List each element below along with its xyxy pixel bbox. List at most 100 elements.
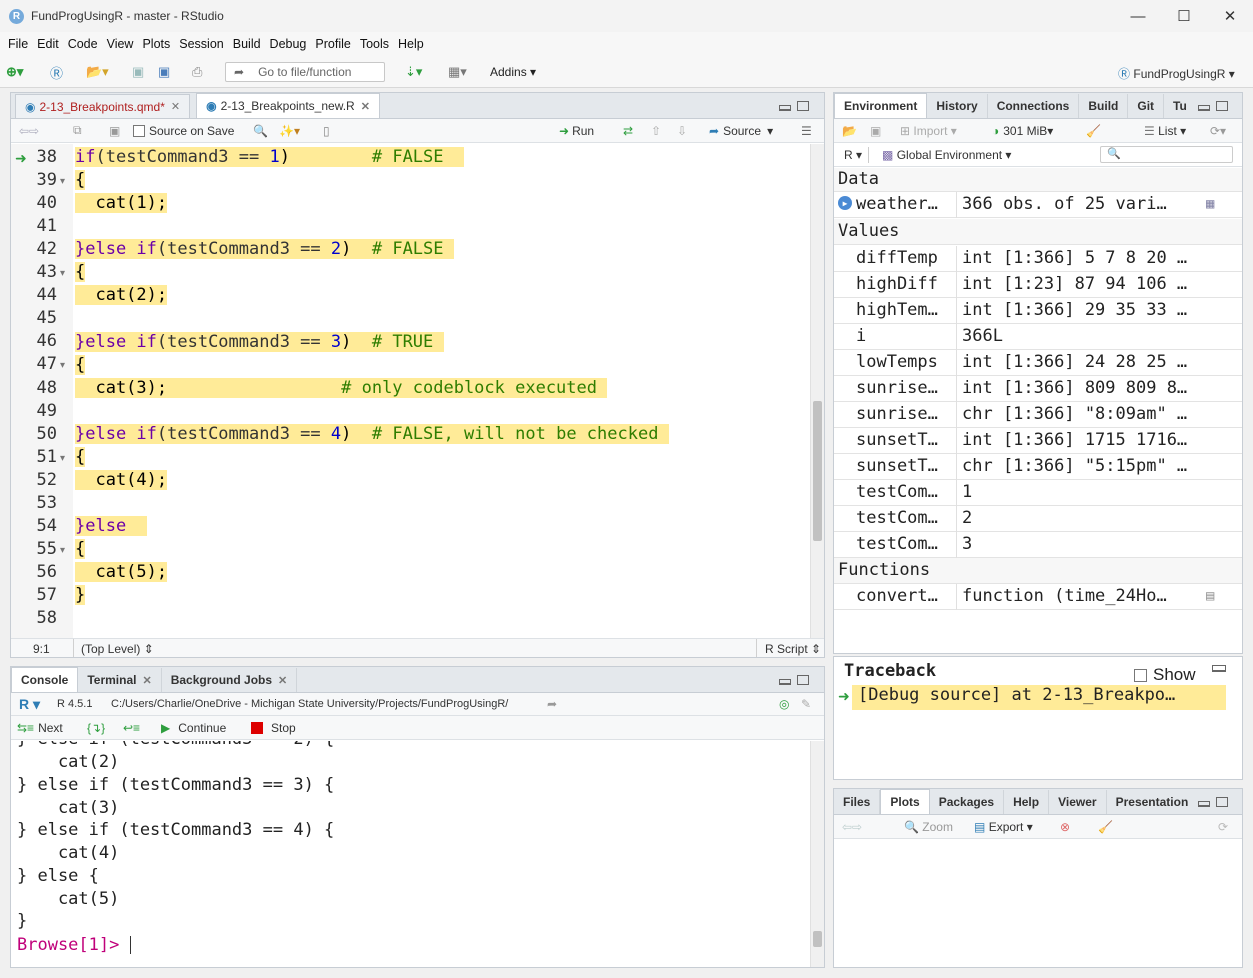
menu-file[interactable]: File: [4, 37, 32, 51]
continue-button[interactable]: ▶ Continue: [161, 721, 226, 735]
line-number[interactable]: 52: [11, 470, 57, 490]
minimize-traceback-icon[interactable]: [1212, 665, 1226, 672]
scroll-thumb[interactable]: [813, 931, 822, 947]
close-tab-icon[interactable]: ✕: [142, 674, 151, 687]
save-all-icon[interactable]: ▣: [158, 62, 170, 82]
env-row-value[interactable]: lowTemps int [1:366] 24 28 25 …: [834, 350, 1242, 376]
load-workspace-icon[interactable]: 📂: [842, 124, 857, 138]
line-number[interactable]: 45: [11, 308, 57, 328]
view-function-icon[interactable]: ▤: [1206, 588, 1214, 604]
scope-selector[interactable]: (Top Level) ⇕: [81, 642, 154, 656]
export-button[interactable]: ▤ Export ▾: [974, 820, 1033, 834]
outline-icon[interactable]: ☰: [801, 124, 812, 138]
tab-build[interactable]: Build: [1079, 94, 1129, 118]
menu-build[interactable]: Build: [229, 37, 265, 51]
fold-toggle-icon[interactable]: ▾: [60, 360, 65, 371]
pane-min-max[interactable]: [779, 675, 809, 685]
clear-environment-icon[interactable]: 🧹: [1086, 124, 1101, 138]
code-editor[interactable]: 38 39 ▾ 40 41 42 43 ▾ 44 45 46 47 ▾ 48 49 50 51 ▾ 52 53 54 55…: [11, 144, 810, 638]
tab-packages[interactable]: Packages: [930, 790, 1005, 814]
menu-view[interactable]: View: [103, 37, 138, 51]
refresh-plots-icon[interactable]: ⟳: [1218, 820, 1228, 834]
zoom-button[interactable]: 🔍 Zoom: [904, 820, 953, 834]
line-number[interactable]: 48: [11, 378, 57, 398]
env-row-data[interactable]: ▶ weather… 366 obs. of 25 vari… ▦: [834, 192, 1242, 218]
tab-environment[interactable]: Environment: [834, 93, 928, 118]
env-row-value[interactable]: testCom… 2: [834, 506, 1242, 532]
env-row-value[interactable]: testCom… 3: [834, 532, 1242, 558]
go-up-icon[interactable]: ⇧: [651, 124, 661, 138]
env-row-value[interactable]: sunrise… chr [1:366] "8:09am" …: [834, 402, 1242, 428]
env-row-function[interactable]: convert… function (time_24Ho… ▤: [834, 584, 1242, 610]
tab-presentation[interactable]: Presentation: [1107, 790, 1198, 814]
back-forward-icon[interactable]: ⇦⇨: [19, 124, 39, 138]
fold-toggle-icon[interactable]: ▾: [60, 545, 65, 556]
line-number[interactable]: 55: [11, 539, 57, 559]
save-workspace-icon[interactable]: ▣: [870, 124, 881, 138]
find-icon[interactable]: 🔍: [253, 124, 268, 138]
line-number[interactable]: 58: [11, 608, 57, 628]
env-row-value[interactable]: testCom… 1: [834, 480, 1242, 506]
remove-plot-icon[interactable]: ⊗: [1060, 820, 1070, 834]
traceback-entry[interactable]: [Debug source] at 2-13_Breakpo…: [852, 685, 1226, 710]
menu-debug[interactable]: Debug: [266, 37, 311, 51]
menu-code[interactable]: Code: [64, 37, 102, 51]
menu-edit[interactable]: Edit: [33, 37, 63, 51]
new-project-icon[interactable]: Ⓡ: [50, 62, 63, 82]
tab-connections[interactable]: Connections: [988, 94, 1080, 118]
environment-scope-dropdown[interactable]: ▩ Global Environment ▾: [882, 148, 1011, 162]
addins-menu[interactable]: Addins ▾: [490, 65, 536, 79]
clear-console-icon[interactable]: ✎: [801, 697, 811, 711]
close-tab-icon[interactable]: ✕: [171, 100, 180, 113]
source-button[interactable]: ➦ Source ▾: [709, 124, 773, 138]
environment-search-input[interactable]: 🔍: [1100, 146, 1233, 163]
fold-toggle-icon[interactable]: ▾: [60, 176, 65, 187]
stop-button[interactable]: Stop: [251, 721, 296, 735]
source-on-save-checkbox[interactable]: Source on Save: [133, 124, 234, 138]
menu-plots[interactable]: Plots: [138, 37, 174, 51]
tab-git[interactable]: Git: [1128, 94, 1165, 118]
close-tab-icon[interactable]: ✕: [361, 100, 370, 113]
tab-tutorial[interactable]: Tu: [1164, 94, 1196, 118]
tab-plots[interactable]: Plots: [880, 789, 930, 814]
menu-session[interactable]: Session: [175, 37, 227, 51]
tab-r-script[interactable]: ◉ 2-13_Breakpoints_new.R ✕: [196, 93, 380, 118]
tab-viewer[interactable]: Viewer: [1049, 790, 1107, 814]
view-mode-dropdown[interactable]: ☰ List ▾: [1144, 124, 1186, 138]
pane-layout-icon[interactable]: ▦▾: [448, 62, 467, 82]
pane-min-max[interactable]: [779, 101, 809, 111]
print-icon[interactable]: ⎙: [192, 62, 202, 82]
finish-function-icon[interactable]: ↩≡: [123, 721, 140, 735]
pane-min-max[interactable]: [1198, 797, 1228, 807]
file-type-selector[interactable]: R Script ⇕: [765, 642, 821, 656]
language-dropdown[interactable]: R ▾: [844, 148, 862, 162]
new-file-icon[interactable]: ⊕▾: [6, 62, 23, 82]
tab-console[interactable]: Console: [11, 667, 79, 692]
console-output[interactable]: } else if (testCommand3 == 2) { cat(2) }…: [11, 741, 810, 967]
line-number[interactable]: 53: [11, 493, 57, 513]
tab-qmd[interactable]: ◉ 2-13_Breakpoints.qmd* ✕: [15, 94, 191, 118]
line-number[interactable]: 54: [11, 516, 57, 536]
minimize-window-icon[interactable]: —: [1115, 0, 1161, 32]
open-file-icon[interactable]: 📂▾: [86, 62, 109, 82]
line-number[interactable]: 51: [11, 447, 57, 467]
close-window-icon[interactable]: ✕: [1207, 0, 1253, 32]
step-into-icon[interactable]: {↴}: [87, 721, 105, 735]
document-outline-icon[interactable]: ▯: [323, 124, 330, 138]
clear-plots-icon[interactable]: 🧹: [1098, 820, 1113, 834]
tab-background-jobs[interactable]: Background Jobs ✕: [162, 668, 298, 692]
line-number[interactable]: 42: [11, 239, 57, 259]
next-button[interactable]: ⇆≡ Next: [17, 721, 63, 735]
env-row-value[interactable]: highTem… int [1:366] 29 35 33 …: [834, 298, 1242, 324]
line-number[interactable]: 39: [11, 170, 57, 190]
r-language-icon[interactable]: R ▾: [19, 696, 40, 713]
line-number[interactable]: 47: [11, 354, 57, 374]
line-number[interactable]: 56: [11, 562, 57, 582]
line-number[interactable]: 50: [11, 424, 57, 444]
editor-scrollbar[interactable]: [810, 144, 824, 638]
plot-back-forward-icon[interactable]: ⇦⇨: [842, 820, 862, 834]
env-row-value[interactable]: sunrise… int [1:366] 809 809 8…: [834, 376, 1242, 402]
fold-toggle-icon[interactable]: ▾: [60, 453, 65, 464]
line-number[interactable]: 41: [11, 216, 57, 236]
line-number[interactable]: 49: [11, 401, 57, 421]
